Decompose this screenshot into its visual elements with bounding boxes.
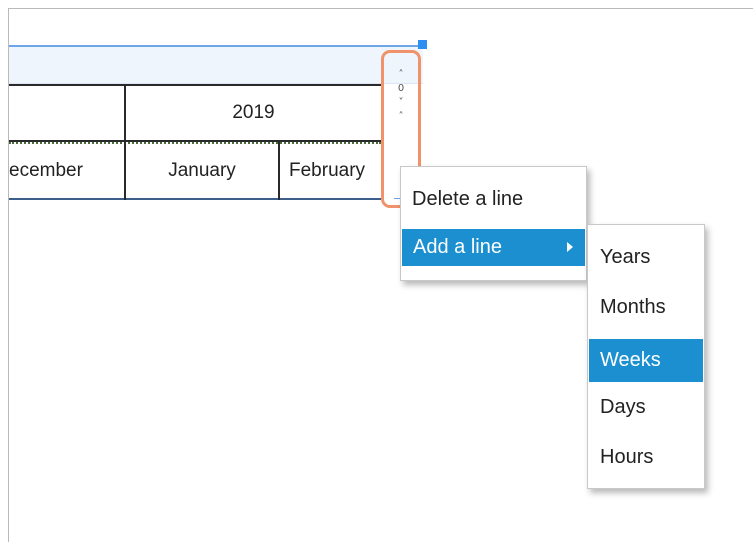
- menu-item-delete-line[interactable]: Delete a line: [402, 181, 585, 218]
- submenu-arrow-icon: [567, 242, 573, 252]
- month-cell-january[interactable]: January: [126, 144, 278, 198]
- timeline-border-bottom: [9, 198, 381, 200]
- submenu-item-label: Months: [600, 296, 666, 318]
- menu-item-label: Delete a line: [412, 188, 524, 210]
- submenu-item-label: Years: [600, 246, 651, 268]
- submenu-item-label: Weeks: [600, 349, 661, 371]
- timeline-scale[interactable]: 2019 ecember January February: [9, 84, 381, 200]
- timeline-header-strip[interactable]: .: [9, 45, 423, 84]
- year-cell-2019[interactable]: 2019: [126, 86, 381, 140]
- canvas-border-top: [8, 8, 753, 9]
- submenu-item-label: Hours: [600, 446, 654, 468]
- submenu-item-days[interactable]: Days: [589, 389, 703, 426]
- month-cell-december[interactable]: ecember: [9, 144, 124, 198]
- menu-item-add-line[interactable]: Add a line: [402, 229, 585, 266]
- submenu-item-years[interactable]: Years: [589, 239, 703, 276]
- submenu-item-hours[interactable]: Hours: [589, 439, 703, 476]
- submenu-item-months[interactable]: Months: [589, 289, 703, 326]
- resize-handle[interactable]: [418, 40, 427, 49]
- add-line-submenu: Years Months Weeks Days Hours: [587, 224, 705, 489]
- month-cell-february[interactable]: February: [280, 144, 381, 198]
- context-menu: Delete a line Add a line: [400, 166, 587, 281]
- menu-item-label: Add a line: [413, 236, 502, 258]
- submenu-item-label: Days: [600, 396, 646, 418]
- submenu-item-weeks[interactable]: Weeks: [589, 339, 703, 382]
